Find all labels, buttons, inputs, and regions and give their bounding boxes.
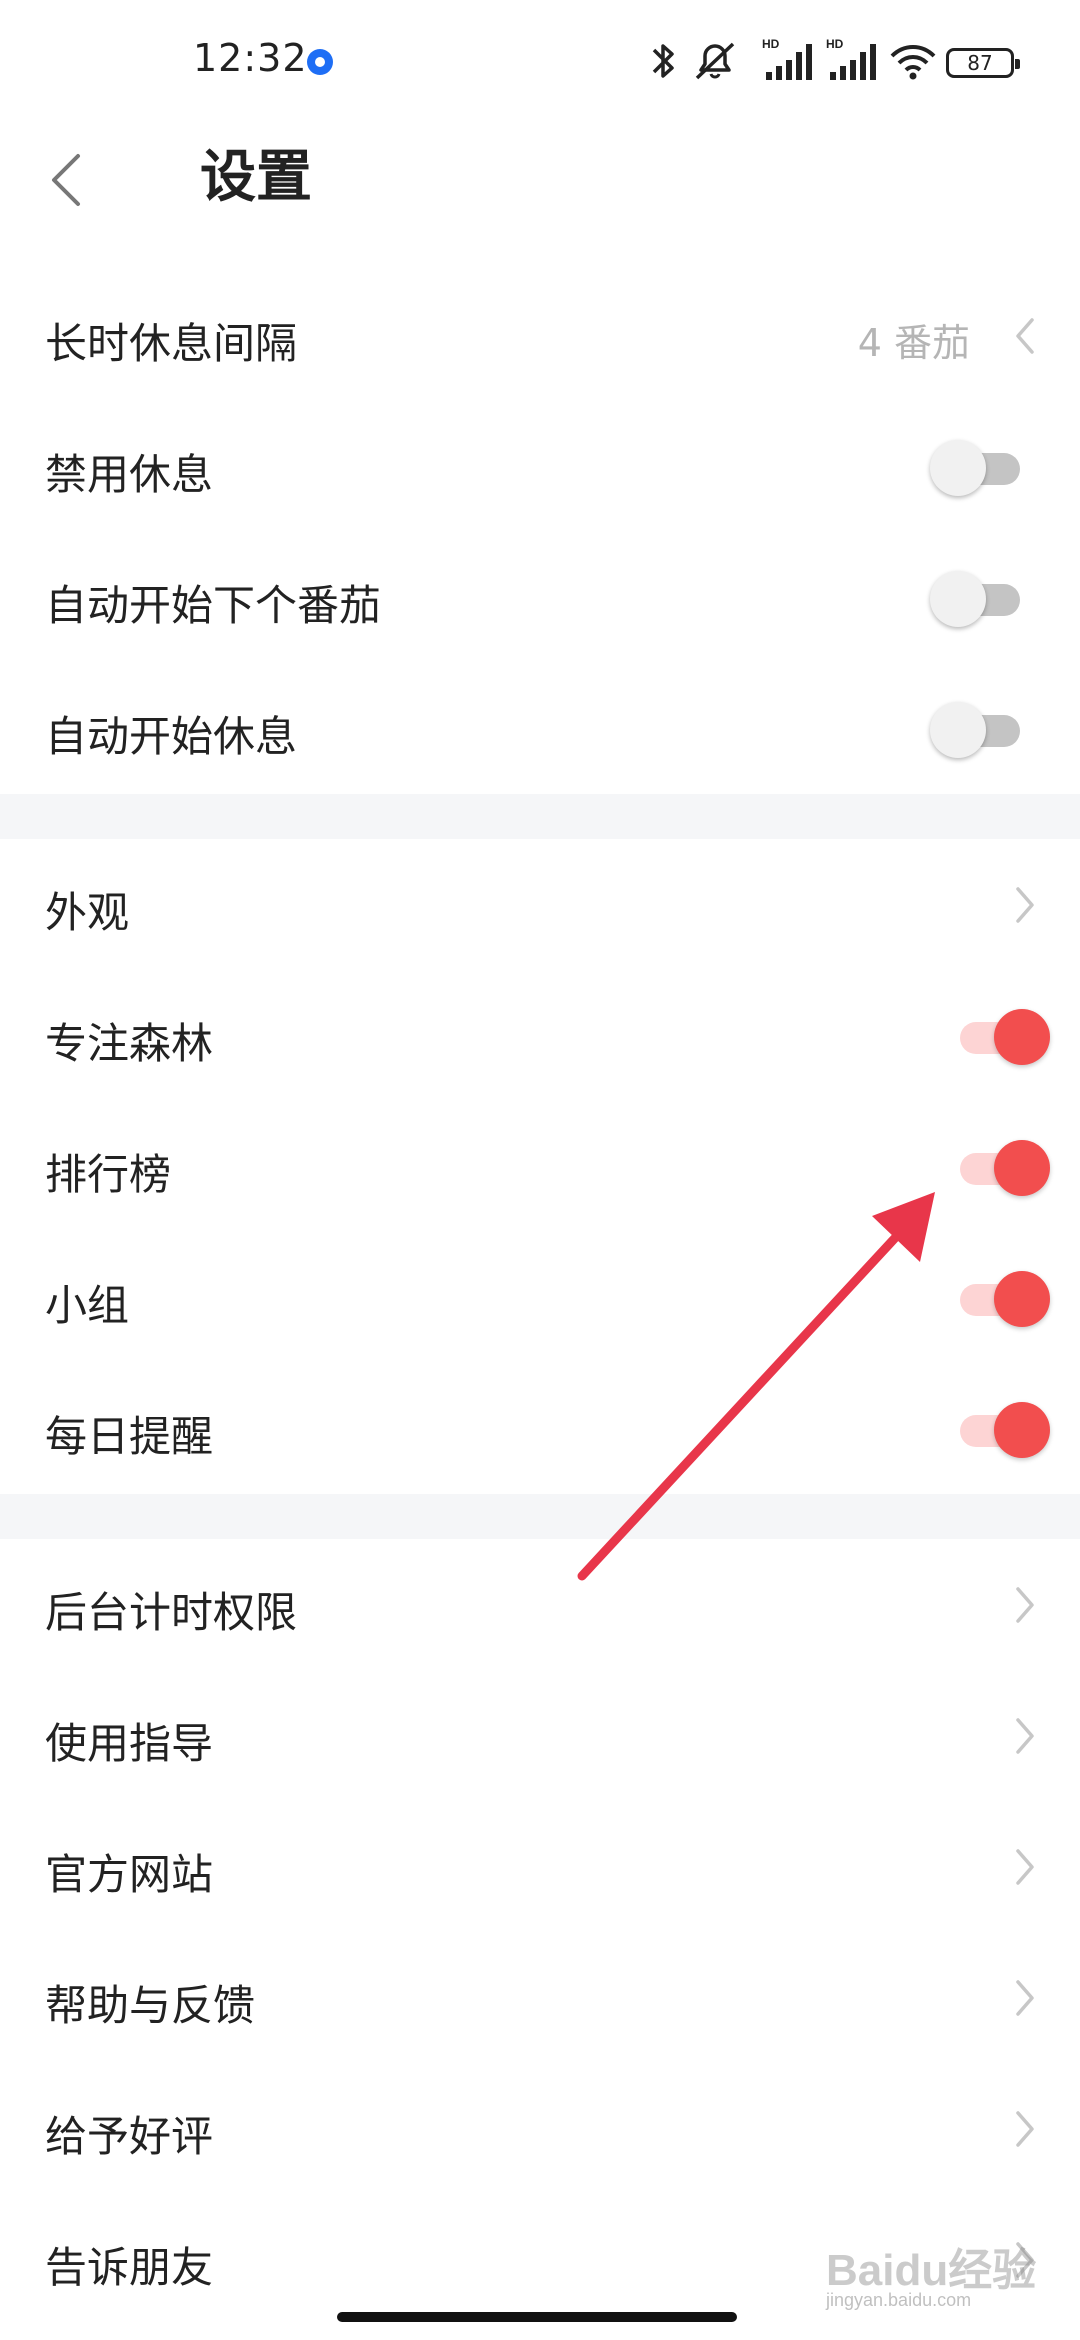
setting-long-break-interval[interactable]: 长时休息间隔 4 番茄 [0, 270, 1080, 401]
battery-icon: 87 [946, 48, 1020, 78]
back-button[interactable] [40, 134, 100, 214]
setting-auto-start-break: 自动开始休息 [0, 663, 1080, 794]
setting-label: 后台计时权限 [45, 1588, 298, 1637]
setting-label: 禁用休息 [45, 450, 214, 499]
section-divider [0, 794, 1080, 839]
svg-text:HD: HD [826, 37, 844, 51]
header: 设置 [0, 120, 1080, 250]
daily-reminder-toggle[interactable] [950, 1401, 1050, 1458]
setting-label: 官方网站 [45, 1850, 214, 1899]
watermark-logo: Baidu经验 [826, 2246, 1037, 2295]
setting-help-feedback[interactable]: 帮助与反馈 [0, 1932, 1080, 2063]
bluetooth-icon [652, 44, 674, 78]
focus-forest-toggle[interactable] [950, 1008, 1050, 1065]
mute-icon [695, 42, 735, 80]
setting-label: 排行榜 [45, 1150, 172, 1199]
setting-rate-app[interactable]: 给予好评 [0, 2063, 1080, 2194]
watermark-url: jingyan.baidu.com [826, 2290, 972, 2310]
setting-group: 小组 [0, 1232, 1080, 1363]
chevron-left-icon [52, 154, 80, 206]
setting-leaderboard: 排行榜 [0, 1101, 1080, 1232]
group-toggle[interactable] [950, 1270, 1050, 1327]
setting-label: 专注森林 [45, 1019, 214, 1068]
setting-daily-reminder: 每日提醒 [0, 1363, 1080, 1494]
setting-disable-break: 禁用休息 [0, 401, 1080, 532]
signal-hd-icon: HD [826, 37, 876, 80]
setting-label: 每日提醒 [45, 1412, 214, 1461]
svg-text:HD: HD [762, 37, 780, 51]
chevron-right-icon [1016, 887, 1034, 923]
notification-dot-icon [307, 49, 333, 75]
setting-label: 给予好评 [45, 2112, 214, 2161]
setting-label: 使用指导 [45, 1719, 214, 1768]
setting-label: 告诉朋友 [45, 2243, 214, 2292]
setting-value: 4 番茄 [857, 321, 970, 365]
setting-official-website[interactable]: 官方网站 [0, 1801, 1080, 1932]
watermark: Baidu经验 jingyan.baidu.com [826, 2234, 1056, 2314]
status-time: 12:32 [193, 36, 308, 80]
chevron-right-icon [1016, 1849, 1034, 1885]
setting-focus-forest: 专注森林 [0, 970, 1080, 1101]
settings-screen: 12:32 HD HD 87 设置 长时休息间隔 4 番茄 禁用休息 自动开始下… [0, 0, 1080, 2340]
auto-start-next-pomodoro-toggle[interactable] [930, 570, 1030, 627]
page-title: 设置 [200, 145, 312, 210]
wifi-icon [890, 45, 936, 80]
setting-label: 小组 [45, 1281, 130, 1330]
setting-label: 外观 [45, 888, 130, 937]
setting-user-guide[interactable]: 使用指导 [0, 1670, 1080, 1801]
setting-label: 自动开始下个番茄 [45, 581, 382, 630]
chevron-right-icon [1016, 1718, 1034, 1754]
setting-auto-start-next-pomodoro: 自动开始下个番茄 [0, 532, 1080, 663]
setting-background-timer-permission[interactable]: 后台计时权限 [0, 1539, 1080, 1670]
setting-label: 自动开始休息 [45, 712, 298, 761]
chevron-right-icon [1016, 1587, 1034, 1623]
setting-label: 长时休息间隔 [45, 319, 298, 368]
chevron-right-icon [1016, 2111, 1034, 2147]
home-indicator[interactable] [337, 2312, 737, 2322]
signal-hd-icon: HD [762, 37, 812, 80]
chevron-right-icon [1016, 1980, 1034, 2016]
status-bar: 12:32 HD HD 87 [0, 0, 1080, 120]
chevron-left-icon [1016, 318, 1034, 354]
section-divider [0, 1494, 1080, 1539]
setting-label: 帮助与反馈 [45, 1981, 256, 2030]
auto-start-break-toggle[interactable] [930, 701, 1030, 758]
setting-appearance[interactable]: 外观 [0, 839, 1080, 970]
disable-break-toggle[interactable] [930, 439, 1030, 496]
leaderboard-toggle[interactable] [950, 1139, 1050, 1196]
settings-list: 长时休息间隔 4 番茄 禁用休息 自动开始下个番茄 自动开始休息 外观 专注森林… [0, 270, 1080, 2325]
